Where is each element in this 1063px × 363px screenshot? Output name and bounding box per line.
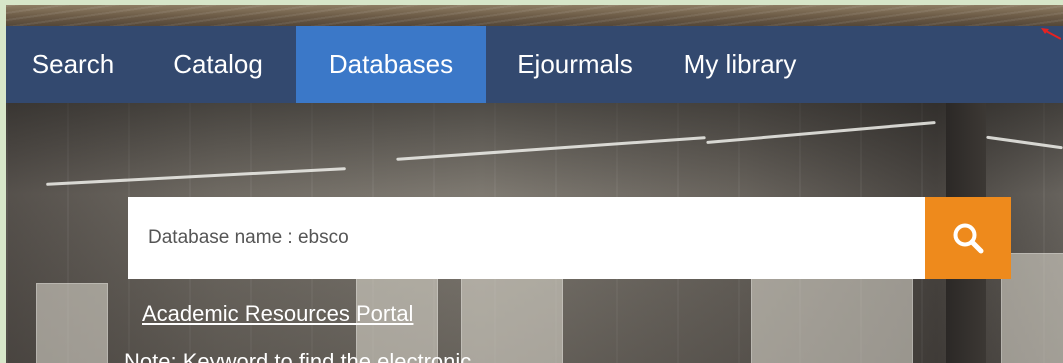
arrow-annotation-icon [1041, 28, 1061, 40]
nav-item-databases[interactable]: Databases [296, 26, 486, 103]
main-nav: Search Catalog Databases Ejourmals My li… [6, 26, 1063, 103]
database-search-bar [128, 197, 1011, 279]
database-search-input[interactable] [128, 197, 925, 279]
search-button[interactable] [925, 197, 1011, 279]
nav-item-search[interactable]: Search [6, 26, 140, 103]
search-icon [953, 223, 984, 254]
screenshot-frame: Search Catalog Databases Ejourmals My li… [6, 5, 1063, 363]
academic-resources-portal-link[interactable]: Academic Resources Portal [142, 301, 413, 327]
nav-item-my-library[interactable]: My library [664, 26, 816, 103]
search-note-text: Note: Keyword to find the electronic [124, 349, 472, 363]
nav-item-catalog[interactable]: Catalog [140, 26, 296, 103]
nav-item-ejourmals[interactable]: Ejourmals [486, 26, 664, 103]
